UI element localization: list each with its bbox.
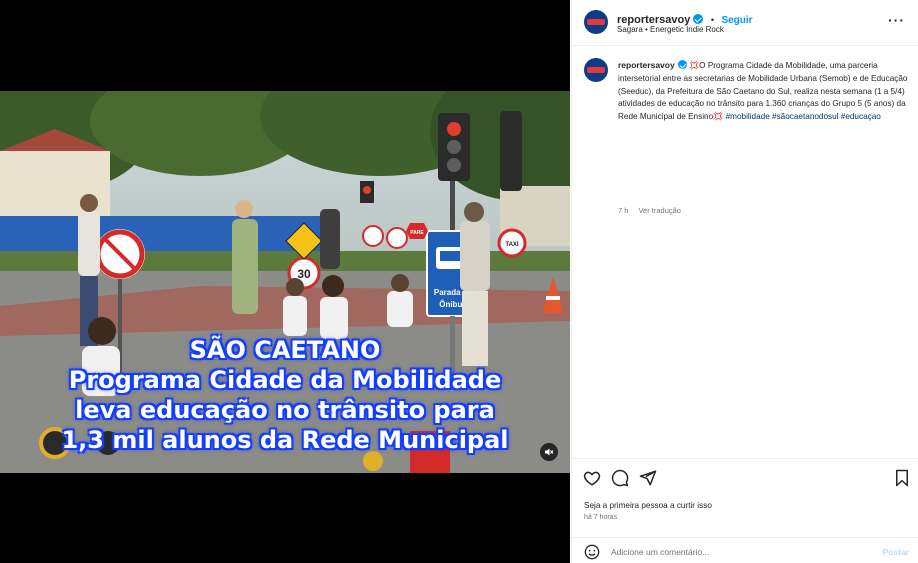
- caption-username[interactable]: reportersavoy: [618, 60, 675, 70]
- caption-avatar[interactable]: [584, 58, 608, 82]
- verified-badge-icon: [677, 60, 687, 69]
- post-side-panel: reportersavoy • Seguir Sagara • Energeti…: [571, 0, 918, 563]
- caption-age: 7 h: [618, 206, 629, 215]
- overlay-line-4: 1,3 mil alunos da Rede Municipal: [61, 426, 509, 454]
- share-icon[interactable]: [639, 469, 657, 487]
- speaker-muted-icon: [545, 448, 554, 456]
- comment-icon[interactable]: [611, 469, 629, 487]
- more-options-button[interactable]: ···: [888, 12, 905, 28]
- heart-icon[interactable]: [583, 469, 601, 487]
- caption-meta: 7 h Ver tradução: [618, 206, 691, 215]
- speed-limit-sign: 30: [297, 267, 311, 281]
- verified-badge-icon: [693, 14, 704, 24]
- post-comment-button[interactable]: Postar: [883, 547, 909, 557]
- follow-button[interactable]: Seguir: [721, 15, 752, 26]
- separator-dot: •: [710, 15, 714, 25]
- see-translation-link[interactable]: Ver tradução: [638, 206, 681, 215]
- caption-body: reportersavoy 💢O Programa Cidade da Mobi…: [618, 59, 908, 124]
- audio-track-link[interactable]: Sagara • Energetic Indie Rock: [617, 25, 724, 34]
- post-time: há 7 horas: [584, 514, 618, 521]
- comment-input[interactable]: Adicione um comentário...: [611, 547, 709, 557]
- mute-button[interactable]: [540, 443, 558, 461]
- likes-text[interactable]: Seja a primeira pessoa a curtir isso: [584, 501, 712, 510]
- caption-hashtags[interactable]: #mobilidade #sãocaetanodosul #educaçao: [726, 112, 881, 121]
- overlay-line-3: leva educação no trânsito para: [75, 396, 495, 424]
- more-horizontal-icon: ···: [888, 12, 905, 28]
- emoji-icon[interactable]: [584, 544, 600, 560]
- add-comment-bar: Adicione um comentário... Postar: [572, 537, 918, 563]
- stop-sign: PARE: [410, 230, 424, 236]
- taxi-sign: TAXI: [505, 242, 519, 248]
- overlay-line-1: SÃO CAETANO: [189, 336, 381, 364]
- overlay-line-2: Programa Cidade da Mobilidade: [68, 366, 502, 394]
- post-header: reportersavoy • Seguir Sagara • Energeti…: [572, 0, 918, 46]
- bookmark-icon[interactable]: [894, 469, 910, 487]
- avatar[interactable]: [584, 10, 608, 34]
- post-actions: Seja a primeira pessoa a curtir isso há …: [572, 458, 918, 563]
- image-text-overlay: SÃO CAETANO Programa Cidade da Mobilidad…: [0, 335, 570, 455]
- post-media: Parada de Ônibus 30 PARE TAXI SÃO CAETAN…: [0, 0, 570, 563]
